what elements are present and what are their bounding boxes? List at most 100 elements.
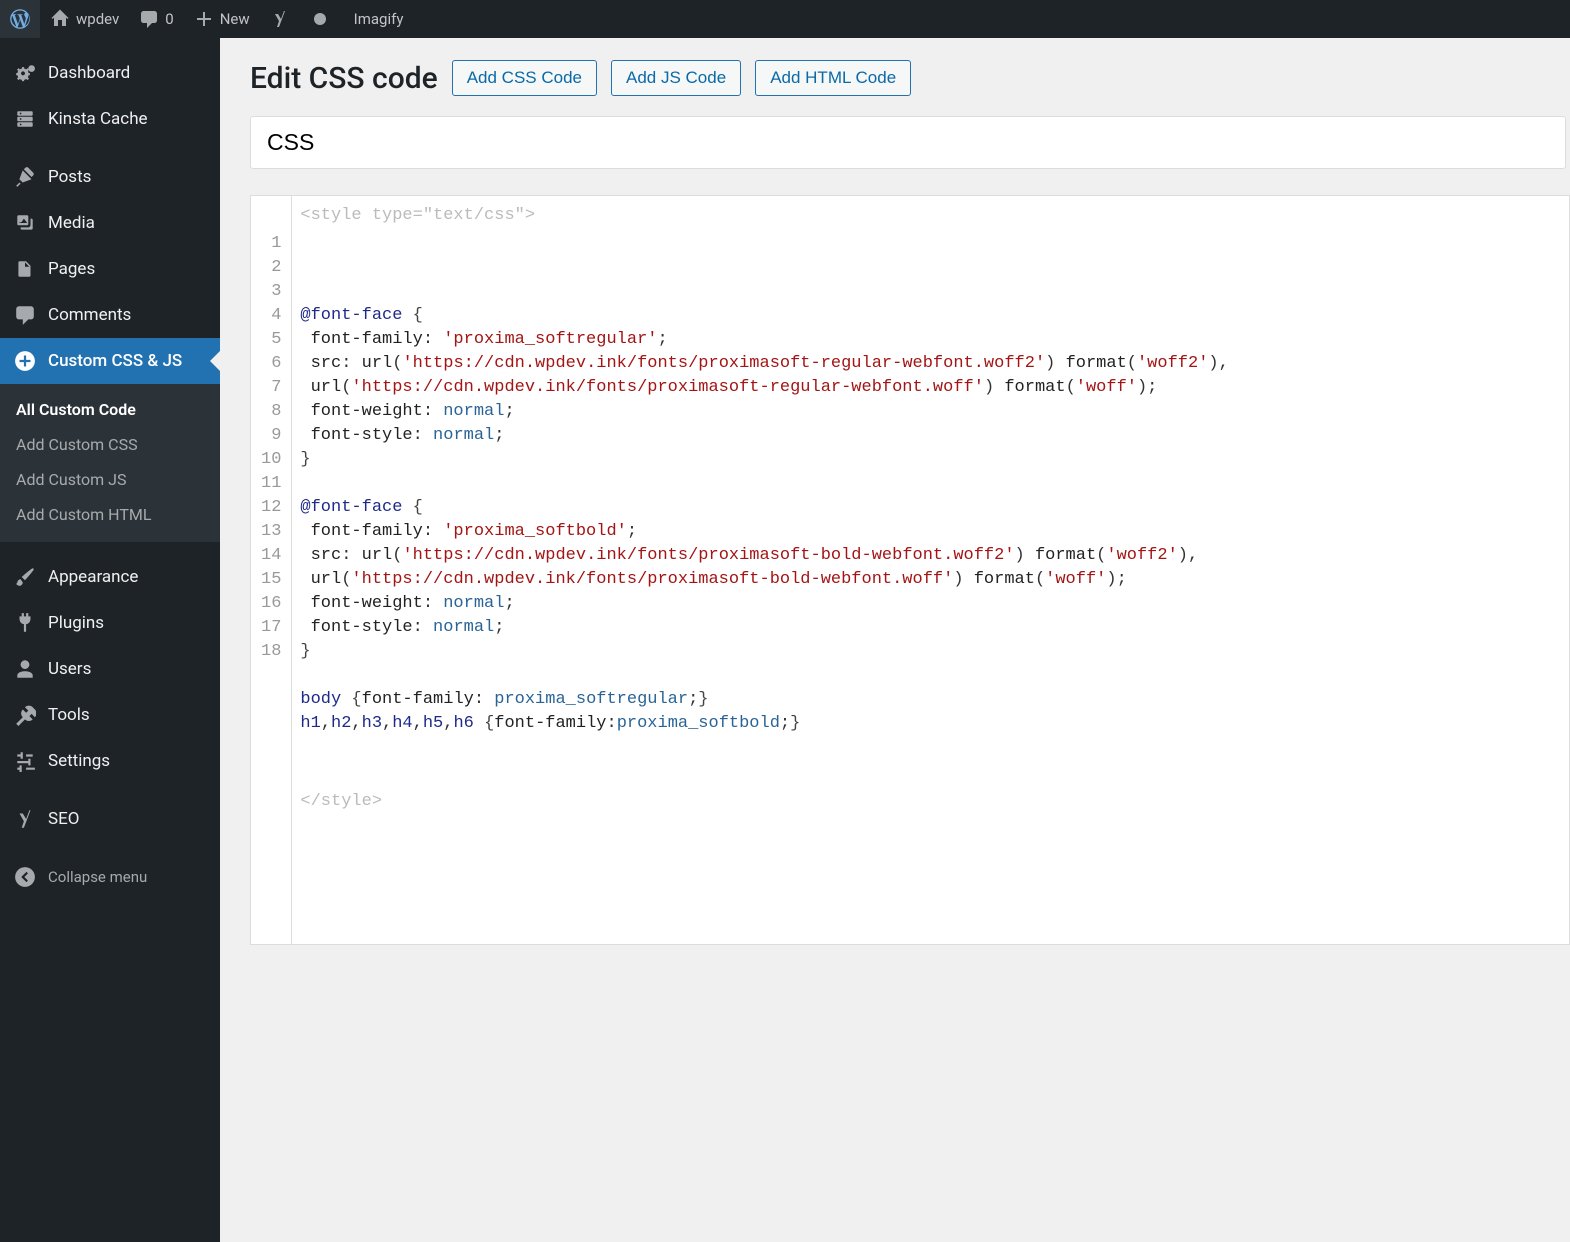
- line-number: 10: [261, 448, 281, 472]
- add-js-button[interactable]: Add JS Code: [611, 60, 741, 96]
- circle-icon: [310, 9, 330, 29]
- sidebar-item-media[interactable]: Media: [0, 200, 220, 246]
- comments-count: 0: [165, 10, 173, 28]
- collapse-label: Collapse menu: [48, 868, 147, 886]
- code-line: font-style: normal;: [300, 616, 1557, 640]
- code-line: font-family: 'proxima_softbold';: [300, 520, 1557, 544]
- new-label: New: [220, 10, 250, 28]
- sidebar-item-settings[interactable]: Settings: [0, 738, 220, 784]
- admin-sidebar: Dashboard Kinsta Cache Posts Media Pages…: [0, 38, 220, 1242]
- imagify-link[interactable]: Imagify: [344, 0, 414, 38]
- code-editor[interactable]: 123456789101112131415161718 <style type=…: [250, 195, 1570, 945]
- wp-logo[interactable]: [0, 0, 40, 38]
- code-line: src: url('https://cdn.wpdev.ink/fonts/pr…: [300, 544, 1557, 568]
- line-number: 6: [261, 352, 281, 376]
- sidebar-item-plugins[interactable]: Plugins: [0, 600, 220, 646]
- line-number: 17: [261, 616, 281, 640]
- new-content[interactable]: New: [184, 0, 260, 38]
- status-dot[interactable]: [300, 0, 340, 38]
- site-name: wpdev: [76, 10, 119, 28]
- plus-icon: [194, 9, 214, 29]
- yoast-icon: [270, 9, 290, 29]
- button-label: Add HTML Code: [770, 68, 896, 87]
- line-number: 18: [261, 640, 281, 664]
- line-number: 1: [261, 232, 281, 256]
- plus-circle-icon: [14, 350, 36, 372]
- submenu-label: All Custom Code: [16, 400, 136, 419]
- submenu-all-code[interactable]: All Custom Code: [0, 392, 220, 427]
- sidebar-item-posts[interactable]: Posts: [0, 154, 220, 200]
- line-number: 2: [261, 256, 281, 280]
- sidebar-label: Posts: [48, 167, 91, 187]
- sidebar-label: SEO: [48, 809, 79, 829]
- comments-icon: [14, 304, 36, 326]
- code-line: font-weight: normal;: [300, 400, 1557, 424]
- code-line: url('https://cdn.wpdev.ink/fonts/proxima…: [300, 568, 1557, 592]
- button-label: Add JS Code: [626, 68, 726, 87]
- line-number: 3: [261, 280, 281, 304]
- sidebar-label: Appearance: [48, 567, 138, 587]
- code-area[interactable]: <style type="text/css"> @font-face { fon…: [292, 196, 1569, 944]
- sidebar-label: Media: [48, 213, 95, 233]
- media-icon: [14, 212, 36, 234]
- line-number: 14: [261, 544, 281, 568]
- sidebar-label: Settings: [48, 751, 110, 771]
- sidebar-item-custom-css-js[interactable]: Custom CSS & JS: [0, 338, 220, 384]
- post-title-input[interactable]: [250, 116, 1566, 169]
- dashboard-icon: [14, 62, 36, 84]
- yoast-link[interactable]: [260, 0, 300, 38]
- sidebar-label: Dashboard: [48, 63, 130, 83]
- sidebar-item-seo[interactable]: SEO: [0, 796, 220, 842]
- add-html-button[interactable]: Add HTML Code: [755, 60, 911, 96]
- line-number: 5: [261, 328, 281, 352]
- sidebar-label: Plugins: [48, 613, 104, 633]
- submenu-add-html[interactable]: Add Custom HTML: [0, 497, 220, 532]
- sidebar-label: Pages: [48, 259, 95, 279]
- sidebar-item-comments[interactable]: Comments: [0, 292, 220, 338]
- code-line: [300, 472, 1557, 496]
- comment-icon: [139, 9, 159, 29]
- style-open-tag: <style type="text/css">: [300, 204, 535, 228]
- code-line: }: [300, 448, 1557, 472]
- admin-bar: wpdev 0 New Imagify: [0, 0, 1570, 38]
- submenu-label: Add Custom CSS: [16, 435, 138, 454]
- sidebar-item-dashboard[interactable]: Dashboard: [0, 50, 220, 96]
- submenu-add-css[interactable]: Add Custom CSS: [0, 427, 220, 462]
- line-number: 13: [261, 520, 281, 544]
- user-icon: [14, 658, 36, 680]
- sidebar-label: Kinsta Cache: [48, 109, 148, 129]
- code-line: [300, 664, 1557, 688]
- sidebar-item-appearance[interactable]: Appearance: [0, 554, 220, 600]
- imagify-label: Imagify: [354, 10, 404, 28]
- brush-icon: [14, 566, 36, 588]
- line-number: 16: [261, 592, 281, 616]
- sidebar-item-kinsta[interactable]: Kinsta Cache: [0, 96, 220, 142]
- sliders-icon: [14, 750, 36, 772]
- code-line: src: url('https://cdn.wpdev.ink/fonts/pr…: [300, 352, 1557, 376]
- content-area: Edit CSS code Add CSS Code Add JS Code A…: [220, 38, 1570, 1242]
- wordpress-icon: [10, 9, 30, 29]
- sidebar-label: Custom CSS & JS: [48, 351, 182, 371]
- line-number: 12: [261, 496, 281, 520]
- sidebar-item-tools[interactable]: Tools: [0, 692, 220, 738]
- line-number: 4: [261, 304, 281, 328]
- pin-icon: [14, 166, 36, 188]
- comments-link[interactable]: 0: [129, 0, 183, 38]
- sidebar-label: Comments: [48, 305, 131, 325]
- submenu-add-js[interactable]: Add Custom JS: [0, 462, 220, 497]
- code-line: body {font-family: proxima_softregular;}: [300, 688, 1557, 712]
- site-home[interactable]: wpdev: [40, 0, 129, 38]
- kinsta-icon: [14, 108, 36, 130]
- code-line: font-weight: normal;: [300, 592, 1557, 616]
- code-line: @font-face {: [300, 496, 1557, 520]
- add-css-button[interactable]: Add CSS Code: [452, 60, 597, 96]
- sidebar-item-users[interactable]: Users: [0, 646, 220, 692]
- line-number: 15: [261, 568, 281, 592]
- collapse-menu[interactable]: Collapse menu: [0, 854, 220, 900]
- sidebar-item-pages[interactable]: Pages: [0, 246, 220, 292]
- style-close-tag: </style>: [300, 790, 1557, 814]
- submenu-label: Add Custom JS: [16, 470, 126, 489]
- line-number: 9: [261, 424, 281, 448]
- code-line: font-family: 'proxima_softregular';: [300, 328, 1557, 352]
- code-line: }: [300, 640, 1557, 664]
